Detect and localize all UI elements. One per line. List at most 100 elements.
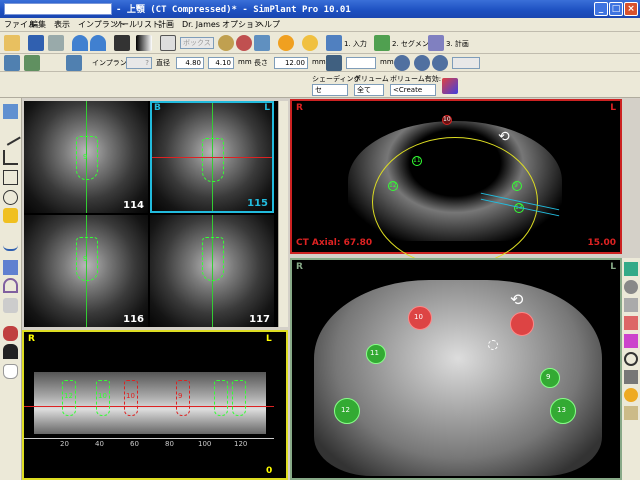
doctor-icon[interactable] [3, 344, 18, 359]
annotation-icon[interactable] [3, 208, 18, 223]
cross-section-panel: 9 114 B L 115 9 116 117 [24, 101, 278, 327]
light-icon[interactable] [624, 388, 638, 402]
pano-tick: 20 [60, 440, 69, 448]
nerve-draw-icon[interactable] [3, 278, 18, 293]
implant-icon[interactable] [4, 55, 20, 71]
move-icon[interactable] [160, 35, 176, 51]
implant-outline[interactable] [202, 237, 224, 281]
maximize-icon[interactable]: □ [609, 2, 623, 16]
eye-icon[interactable] [624, 280, 638, 294]
step1-label[interactable]: 1. 入力 [344, 39, 367, 49]
cross-section-117[interactable]: 117 [150, 215, 274, 327]
menu-help[interactable]: ヘルプ [256, 18, 280, 32]
rotate-handle-icon[interactable]: ⟲ [498, 129, 510, 145]
cube-icon[interactable] [3, 260, 18, 275]
zoom-icon[interactable] [218, 35, 234, 51]
color-palette-icon[interactable] [442, 78, 458, 94]
save-icon[interactable] [28, 35, 44, 51]
diameter-field-2[interactable]: 4.10 [208, 57, 234, 69]
volume-enabled-select[interactable]: <Create [390, 84, 436, 96]
3d-target-marker[interactable] [488, 340, 498, 350]
bone-icon[interactable] [624, 406, 638, 420]
3d-rotate-handle-icon[interactable]: ⟲ [510, 290, 523, 309]
pano-implant-right-b[interactable] [232, 380, 246, 416]
rectangle-icon[interactable] [3, 170, 18, 185]
paint-icon[interactable] [624, 334, 638, 348]
distance-icon[interactable] [0, 125, 21, 146]
tooth-tool-icon[interactable] [3, 298, 18, 313]
abutment-icon[interactable] [326, 55, 342, 71]
axial-implant-label: 10 [443, 116, 451, 123]
implant-toolbar: インプラント ? 直径 4.80 4.10 mm 長さ 12.00 mm mm [0, 54, 640, 72]
cross-section-116[interactable]: 9 116 [24, 215, 148, 327]
abutment-field[interactable] [346, 57, 376, 69]
menu-plan[interactable]: 計画 [158, 18, 174, 32]
close-icon[interactable]: × [624, 2, 638, 16]
implant-outline[interactable] [202, 138, 224, 182]
axial-slice-value: 15.00 [587, 238, 616, 248]
open-folder-icon[interactable] [4, 35, 20, 51]
cross-section-scrollbar[interactable] [278, 101, 288, 327]
menu-doctor[interactable]: Dr. James [182, 18, 220, 32]
diameter-unit: mm [238, 58, 252, 66]
volume-toolbar: シェーディング セ ボリューム 全て ボリューム有効: <Create [0, 72, 640, 98]
menu-edit[interactable]: 編集 [30, 18, 46, 32]
axial-implant-label: 11 [413, 157, 421, 164]
print-icon[interactable] [48, 35, 64, 51]
box-dropdown[interactable]: ボックス [180, 37, 214, 49]
ellipse-icon[interactable] [3, 190, 18, 205]
nerve-icon[interactable] [24, 55, 40, 71]
minimize-icon[interactable]: _ [594, 2, 608, 16]
diameter-label: 直径 [156, 59, 170, 67]
implant-settings-icon[interactable] [66, 55, 82, 71]
slice-number: 114 [123, 200, 144, 211]
step3-icon[interactable] [428, 35, 444, 51]
contrast-icon[interactable] [136, 35, 152, 51]
3d-implant-10b[interactable] [510, 312, 534, 336]
curve-icon[interactable] [3, 236, 18, 251]
menu-bar: ファイル 編集 表示 インプラント ツール リスト 計画 Dr. James オ… [0, 18, 640, 32]
menu-list[interactable]: リスト [136, 18, 160, 32]
volume-select[interactable]: 全て [354, 84, 384, 96]
shading-select[interactable]: セ [312, 84, 348, 96]
info-icon[interactable] [278, 35, 294, 51]
title-bar: - 上顎 (CT Compressed)* - SimPlant Pro 10.… [0, 0, 640, 18]
redo-icon[interactable] [90, 35, 106, 51]
menu-view[interactable]: 表示 [54, 18, 70, 32]
rotate3-icon[interactable] [432, 55, 448, 71]
tooth-white-icon[interactable] [3, 364, 18, 379]
cube-color-icon[interactable] [624, 316, 638, 330]
teal-view-icon[interactable] [624, 262, 638, 276]
implant-place-icon[interactable] [3, 326, 18, 341]
cross-section-115[interactable]: B L 115 [150, 101, 274, 213]
menu-tools[interactable]: ツール [113, 18, 137, 32]
step2-icon[interactable] [374, 35, 390, 51]
box-view-icon[interactable] [624, 370, 638, 384]
rotate-icon[interactable] [394, 55, 410, 71]
fit-icon[interactable] [254, 35, 270, 51]
marker-icon[interactable] [3, 104, 18, 119]
angle-icon[interactable] [3, 150, 18, 165]
rotate2-icon[interactable] [414, 55, 430, 71]
3d-view[interactable]: R L 10 11 12 9 13 ⟲ [290, 258, 622, 480]
diameter-field-1[interactable]: 4.80 [176, 57, 204, 69]
undo-icon[interactable] [72, 35, 88, 51]
length-field[interactable]: 12.00 [274, 57, 308, 69]
pano-tick: 100 [198, 440, 212, 448]
title-field[interactable] [4, 3, 112, 15]
axial-view[interactable]: R L 11 10 12 9 13 ⟲ CT Axial: 67.80 15.0… [290, 99, 622, 267]
step1-icon[interactable] [326, 35, 342, 51]
layout-icon[interactable] [114, 35, 130, 51]
step3-label[interactable]: 3. 計画 [446, 39, 469, 49]
implant-field[interactable]: ? [126, 57, 152, 69]
tooth-icon[interactable] [302, 35, 318, 51]
pano-implant-right-a[interactable] [214, 380, 228, 416]
layers-icon[interactable] [624, 298, 638, 312]
3d-right-label: R [296, 262, 303, 272]
3d-implant-label: 11 [370, 349, 379, 357]
zoom-out-icon[interactable] [236, 35, 252, 51]
cross-section-114[interactable]: 9 114 [24, 101, 148, 213]
rotate-view-icon[interactable] [624, 352, 638, 366]
angle-field[interactable] [452, 57, 480, 69]
panoramic-view[interactable]: R L 12 10 10 9 20 40 60 80 100 120 0 [22, 330, 288, 480]
